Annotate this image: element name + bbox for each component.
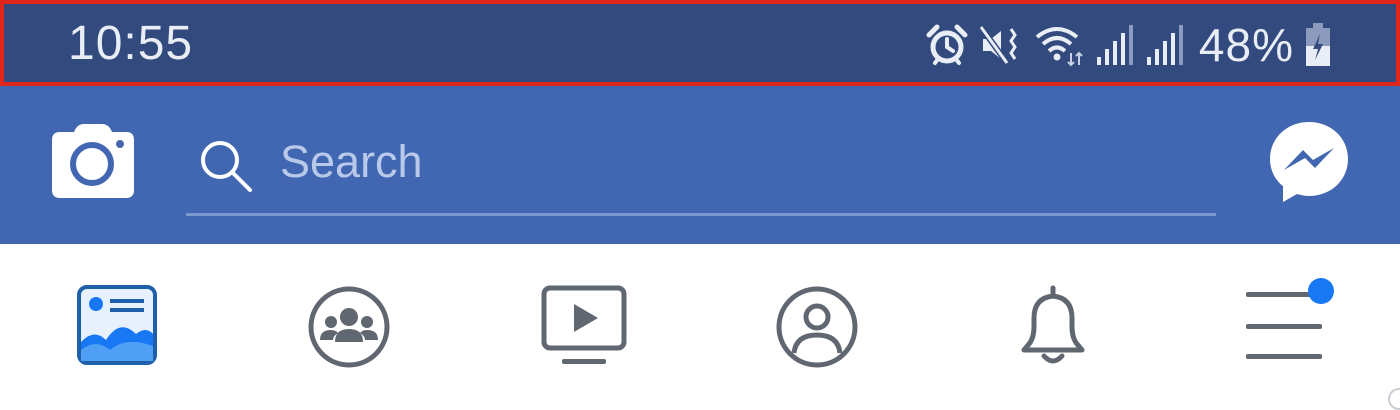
scroll-indicator: [1388, 388, 1400, 410]
signal-icon: [1145, 23, 1185, 67]
search-icon: [196, 136, 256, 196]
menu-notification-badge: [1308, 278, 1334, 304]
camera-button[interactable]: [50, 122, 136, 202]
app-header: Search: [0, 86, 1400, 244]
search-input[interactable]: Search: [186, 114, 1216, 216]
status-bar: 10:55 48%: [0, 0, 1400, 86]
menu-icon: [1244, 292, 1324, 374]
signal-icon: [1095, 23, 1135, 67]
tab-watch[interactable]: [540, 284, 630, 374]
tab-notifications[interactable]: [1012, 284, 1102, 374]
messenger-button[interactable]: [1268, 120, 1350, 206]
vibrate-mute-icon: [978, 23, 1023, 67]
nav-bar: [0, 244, 1400, 402]
camera-icon: [50, 124, 136, 206]
tab-groups[interactable]: [306, 284, 396, 374]
battery-percent: 48%: [1198, 19, 1294, 71]
bell-icon: [1012, 285, 1094, 374]
search-placeholder: Search: [280, 136, 423, 187]
tab-profile[interactable]: [774, 284, 864, 374]
status-icons: 48%: [925, 18, 1332, 72]
status-time: 10:55: [68, 17, 194, 70]
wifi-icon: [1033, 23, 1085, 67]
news-feed-icon: [76, 285, 158, 372]
alarm-icon: [925, 23, 969, 67]
battery-charging-icon: [1304, 22, 1332, 68]
watch-icon: [540, 285, 628, 374]
tab-news-feed[interactable]: [76, 284, 166, 374]
messenger-icon: [1268, 122, 1350, 210]
groups-icon: [306, 286, 392, 374]
profile-icon: [774, 286, 860, 374]
